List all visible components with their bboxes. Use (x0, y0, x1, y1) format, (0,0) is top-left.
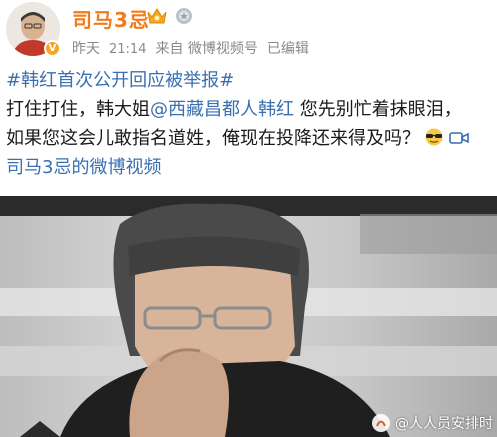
post-meta: 昨天 21:14 来自 微博视频号 已编辑 (72, 38, 318, 58)
video-icon (449, 132, 469, 144)
post-text-line-2: 如果您这会儿敢指名道姓，俺现在投降还来得及吗？ (6, 124, 494, 153)
post-source[interactable]: 来自 微博视频号 (155, 41, 257, 57)
topic-hashtag[interactable]: #韩红首次公开回应被举报# (6, 66, 494, 95)
level-icon (176, 8, 192, 24)
post-edited[interactable]: 已编辑 (267, 41, 309, 57)
post-time: 21:14 (109, 42, 147, 57)
watermark-text: @人人员安排时 (395, 416, 493, 432)
author-name[interactable]: 司马3忌 (72, 4, 150, 33)
post-text-part-c: 如果您这会儿敢指名道姓，俺现在投降还来得及吗？ (6, 128, 420, 149)
video-link[interactable]: 司马3忌的微博视频 (6, 153, 494, 182)
watermark-logo-icon (372, 414, 390, 432)
post-text-line-1: 打住打住，韩大姐@西藏昌都人韩红 您先别忙着抹眼泪， (6, 95, 494, 124)
post-header: V 司马3忌 昨天 21:14 来自 微博视频号 已编辑 (0, 0, 497, 62)
vip-crown-icon (147, 8, 167, 24)
post-body: #韩红首次公开回应被举报# 打住打住，韩大姐@西藏昌都人韩红 您先别忙着抹眼泪，… (6, 66, 494, 182)
watermark: @人人员安排时 (371, 413, 493, 433)
post-date: 昨天 (72, 41, 100, 57)
video-still (0, 196, 497, 437)
user-mention[interactable]: @西藏昌都人韩红 (150, 99, 294, 120)
post-text-part-a: 打住打住，韩大姐 (6, 99, 150, 120)
video-frame[interactable]: @人人员安排时 (0, 196, 497, 437)
sunglasses-emoji-icon (425, 128, 443, 146)
post-text-part-b: 您先别忙着抹眼泪， (294, 99, 462, 120)
verified-icon: V (44, 40, 61, 57)
